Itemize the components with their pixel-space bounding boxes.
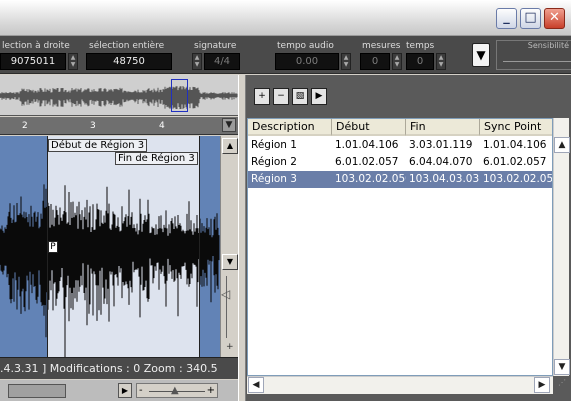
select-region-icon[interactable]: ▧ xyxy=(292,88,308,105)
cell-start: 6.01.02.057 xyxy=(335,156,399,168)
sample-editor-window: _ □ ✕ lection à droite 9075011 ▲ ▼ sélect… xyxy=(0,0,571,401)
signature-field: signature ▲ ▼ 4/4 xyxy=(192,40,242,70)
vertical-zoom-plus-icon[interactable]: + xyxy=(226,342,234,352)
scroll-right-icon[interactable]: ▶ xyxy=(118,383,132,398)
table-scroll-down-icon[interactable]: ▼ xyxy=(554,359,570,375)
selection-whole-value[interactable]: 48750 xyxy=(86,53,172,70)
zoom-in-icon[interactable]: + xyxy=(207,384,215,397)
selection-whole-label: sélection entière xyxy=(89,41,165,51)
region-end-line[interactable] xyxy=(199,136,200,357)
marker-p[interactable]: P xyxy=(48,241,58,253)
table-row[interactable]: Région 3 103.02.02.050 103.04.03.031 103.02… xyxy=(248,171,553,188)
overview-waveform xyxy=(0,86,238,109)
horizontal-scroll-thumb[interactable] xyxy=(8,384,66,398)
bars-stepper[interactable]: ▲ ▼ xyxy=(392,53,402,70)
column-header-start[interactable]: Début xyxy=(332,119,406,136)
ruler-menu-icon[interactable]: ▼ xyxy=(222,118,236,132)
tempo-field: tempo audio 0.00 ▲ ▼ xyxy=(275,40,353,70)
ruler-tick-2: 2 xyxy=(22,121,28,131)
beats-stepper[interactable]: ▲ ▼ xyxy=(436,53,446,70)
table-header: Description Début Fin Sync Point xyxy=(248,119,552,136)
sensitivity-label: Sensibilité xyxy=(527,41,569,50)
region-start-label: Début de Région 3 xyxy=(48,139,148,152)
sensitivity-control[interactable]: Sensibilité xyxy=(496,40,571,70)
maximize-button[interactable]: □ xyxy=(520,8,541,29)
selection-whole-field: sélection entière 48750 xyxy=(86,40,172,70)
selection-start-field: lection à droite 9075011 ▲ ▼ xyxy=(0,40,80,70)
bars-field: mesures 0 ▲ ▼ xyxy=(360,40,404,70)
table-scroll-left-icon[interactable]: ◀ xyxy=(248,377,264,393)
selection-start-label: lection à droite xyxy=(2,41,70,51)
vertical-zoom-thumb-icon[interactable]: ◁ xyxy=(221,286,235,302)
remove-region-icon[interactable]: − xyxy=(273,88,289,105)
beats-field: temps 0 ▲ ▼ xyxy=(406,40,448,70)
waveform-overview[interactable] xyxy=(0,75,238,116)
beats-value[interactable]: 0 xyxy=(406,53,434,70)
regions-table: Description Début Fin Sync Point Région … xyxy=(247,118,553,376)
column-header-description[interactable]: Description xyxy=(248,119,332,136)
cell-start: 103.02.02.050 xyxy=(335,173,406,185)
table-vertical-scrollbar[interactable]: ▲ ▼ xyxy=(553,118,570,376)
bars-value[interactable]: 0 xyxy=(360,53,390,70)
ruler-tick-3: 3 xyxy=(90,121,96,131)
editor-vertical-scrollbar[interactable]: ▲ ▼ ◁ + xyxy=(220,136,238,357)
table-horizontal-scrollbar[interactable]: ◀ ▶ xyxy=(247,376,553,394)
cell-sync: 103.02.02.05 xyxy=(483,173,553,185)
signature-label: signature xyxy=(194,41,237,51)
table-scroll-right-icon[interactable]: ▶ xyxy=(534,377,550,393)
panel-splitter[interactable] xyxy=(238,75,246,401)
cell-description: Région 3 xyxy=(251,173,297,185)
column-header-end[interactable]: Fin xyxy=(406,119,480,136)
cell-end: 103.04.03.031 xyxy=(409,173,480,185)
scroll-down-icon[interactable]: ▼ xyxy=(222,254,238,270)
table-row[interactable]: Région 1 1.01.04.106 3.03.01.119 1.01.04.10… xyxy=(248,137,552,154)
cell-description: Région 1 xyxy=(251,139,297,151)
bars-label: mesures xyxy=(362,41,401,51)
beats-label: temps xyxy=(406,41,435,51)
cell-sync: 1.01.04.106 xyxy=(483,139,547,151)
table-scroll-up-icon[interactable]: ▲ xyxy=(554,137,570,153)
tempo-label: tempo audio xyxy=(277,41,334,51)
ruler-tick-4: 4 xyxy=(159,121,165,131)
zoom-knob-icon[interactable]: ▲ xyxy=(171,386,179,396)
scroll-up-icon[interactable]: ▲ xyxy=(222,138,238,154)
signature-value[interactable]: 4/4 xyxy=(204,53,240,70)
table-row[interactable]: Région 2 6.01.02.057 6.04.04.070 6.01.02.05… xyxy=(248,154,552,171)
overview-view-indicator[interactable] xyxy=(171,79,188,112)
minimize-button[interactable]: _ xyxy=(496,8,517,29)
horizontal-zoom-slider[interactable]: - ▲ + xyxy=(136,383,218,398)
tempo-stepper[interactable]: ▲ ▼ xyxy=(341,53,351,70)
close-button[interactable]: ✕ xyxy=(544,8,565,29)
info-toolbar: lection à droite 9075011 ▲ ▼ sélection en… xyxy=(0,36,571,74)
regions-toolbar: + − ▧ ▶ xyxy=(246,75,571,117)
zoom-out-icon[interactable]: - xyxy=(139,384,143,397)
editor-horizontal-scrollbar[interactable]: ▶ - ▲ + xyxy=(0,380,238,401)
cell-description: Région 2 xyxy=(251,156,297,168)
filter-icon[interactable]: ▼ xyxy=(472,43,490,67)
region-end-label: Fin de Région 3 xyxy=(115,152,198,165)
timeline-ruler[interactable]: 2 3 4 ▼ xyxy=(0,117,238,135)
selection-start-stepper[interactable]: ▲ ▼ xyxy=(68,53,78,70)
play-region-icon[interactable]: ▶ xyxy=(311,88,327,105)
resize-grip-icon[interactable]: ⋰ xyxy=(555,378,569,392)
signature-stepper[interactable]: ▲ ▼ xyxy=(192,53,202,70)
title-bar[interactable]: _ □ ✕ xyxy=(0,0,571,36)
cell-end: 3.03.01.119 xyxy=(409,139,473,151)
cell-sync: 6.01.02.057 xyxy=(483,156,547,168)
sensitivity-slider-track[interactable] xyxy=(503,61,571,62)
waveform-display xyxy=(0,184,220,357)
cell-start: 1.01.04.106 xyxy=(335,139,399,151)
add-region-icon[interactable]: + xyxy=(254,88,270,105)
tempo-value[interactable]: 0.00 xyxy=(275,53,339,70)
cell-end: 6.04.04.070 xyxy=(409,156,473,168)
selection-start-value[interactable]: 9075011 xyxy=(0,53,66,70)
column-header-sync-point[interactable]: Sync Point xyxy=(480,119,552,136)
waveform-editor[interactable]: Début de Région 3 Fin de Région 3 P xyxy=(0,136,220,357)
status-bar: .4.3.31 ] Modifications : 0 Zoom : 340.5 xyxy=(0,357,238,379)
regions-panel: + − ▧ ▶ Description Début Fin Sync Point… xyxy=(246,75,571,401)
